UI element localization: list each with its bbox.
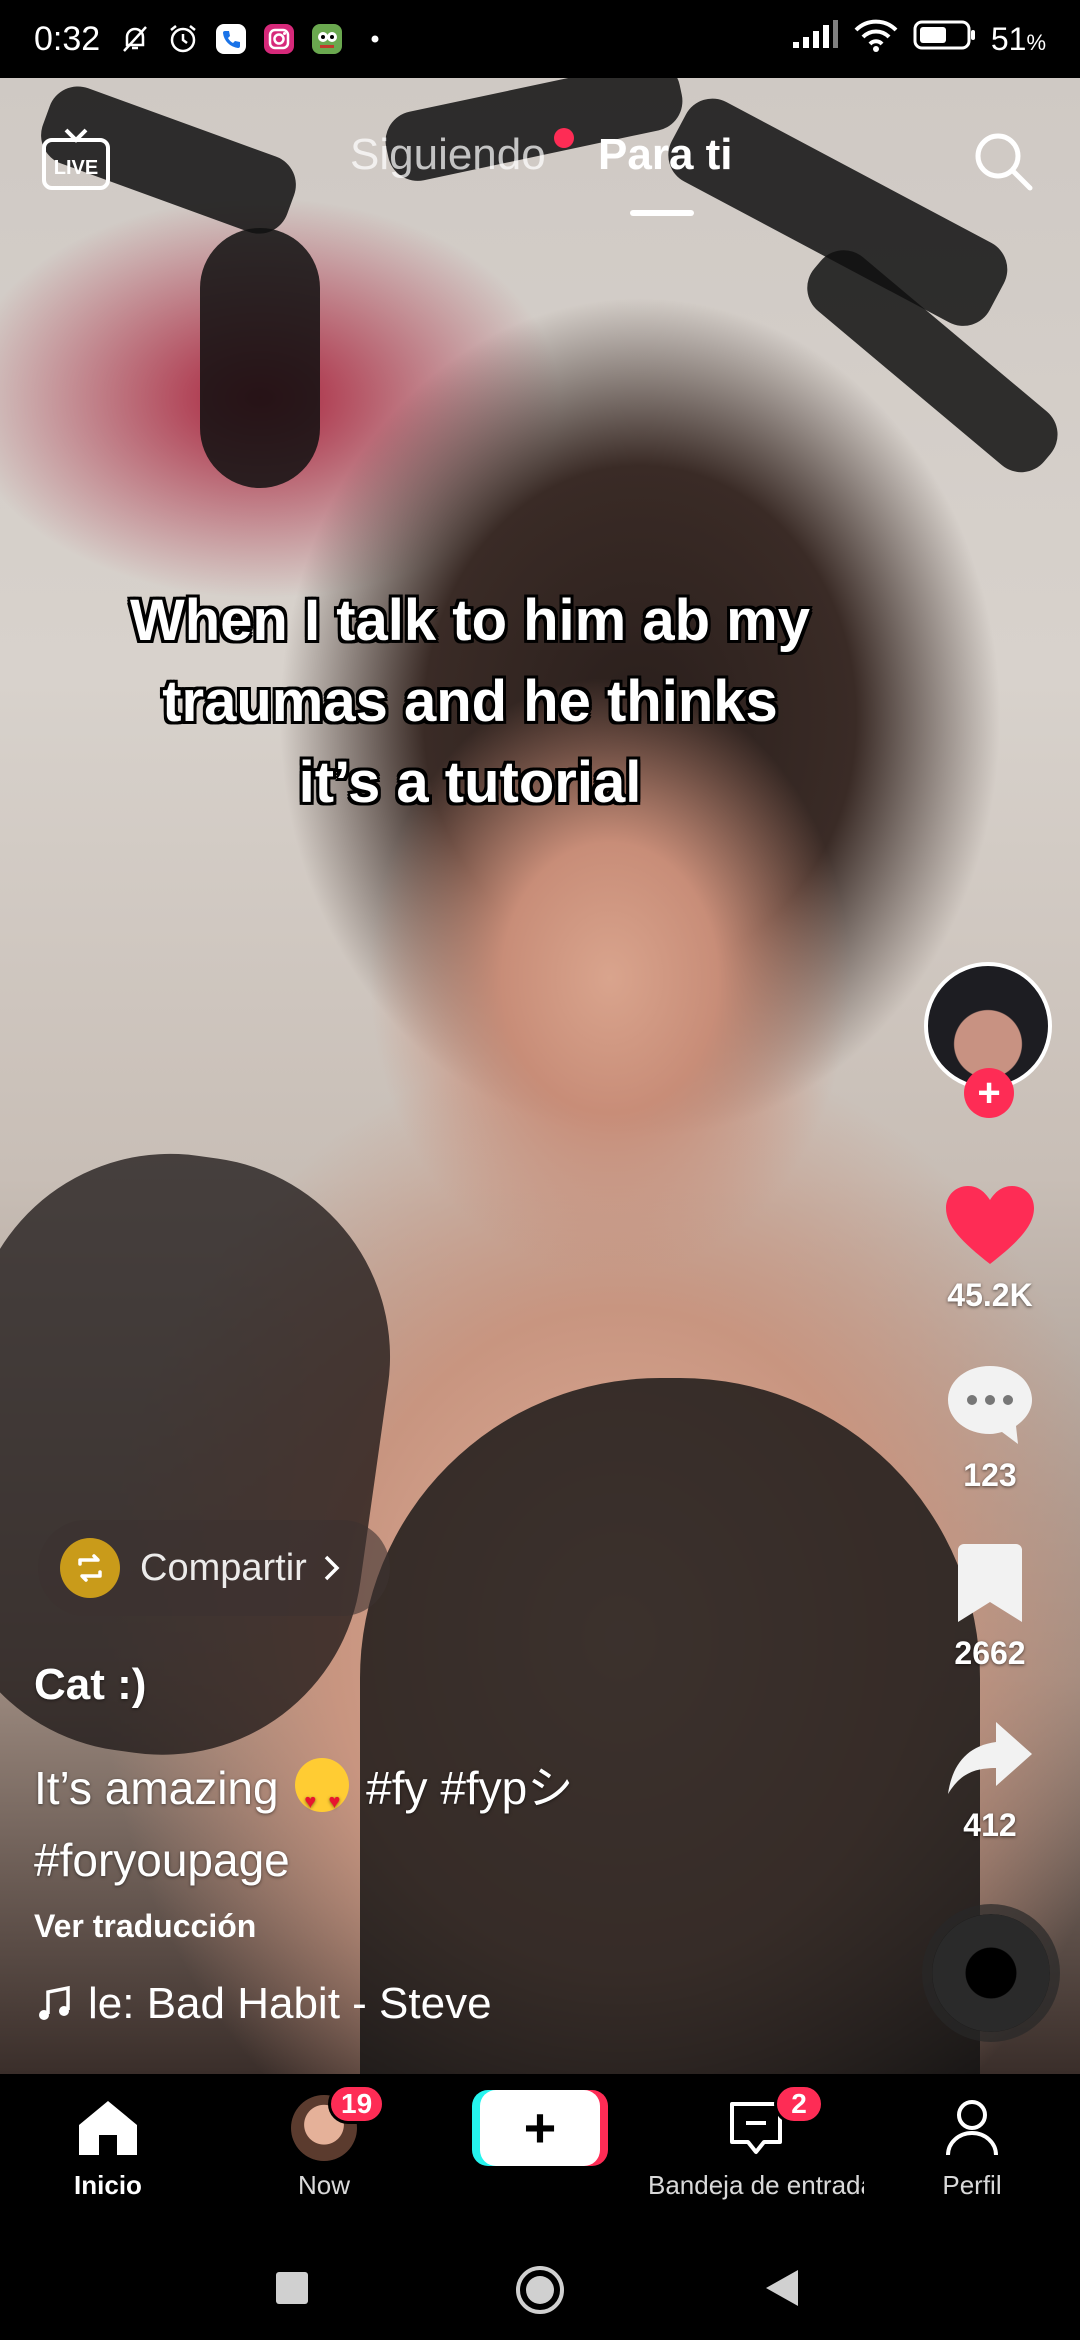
alarm-icon — [166, 22, 200, 56]
game-app-icon — [310, 22, 344, 56]
nav-home-label: Inicio — [74, 2170, 142, 2200]
like-action[interactable]: 45.2K — [920, 1182, 1060, 1314]
active-tab-indicator — [630, 210, 694, 216]
system-nav-bar — [0, 2234, 1080, 2340]
inbox-badge: 2 — [774, 2084, 824, 2124]
save-count: 2662 — [954, 1635, 1026, 1671]
phone-app-icon — [214, 22, 248, 56]
share-count: 412 — [963, 1807, 1017, 1843]
nav-now-label: Now — [297, 2170, 350, 2200]
background-figure — [200, 228, 320, 488]
search-icon[interactable] — [970, 128, 1036, 194]
comment-icon[interactable] — [920, 1362, 1060, 1453]
inbox-icon[interactable]: 2 — [648, 2084, 864, 2164]
save-action[interactable]: 2662 — [920, 1540, 1060, 1672]
profile-icon[interactable] — [864, 2092, 1080, 2164]
battery-percent: 51% — [991, 21, 1046, 58]
status-bar: 0:32 51% — [0, 0, 1080, 78]
create-button-wrap[interactable]: + — [432, 2090, 648, 2166]
nav-inbox-label: Bandeja de entrada — [648, 2170, 864, 2200]
heart-icon[interactable] — [920, 1182, 1060, 1273]
heart-eyes-emoji-icon — [295, 1758, 350, 1838]
comment-count: 123 — [963, 1457, 1017, 1493]
back-triangle-icon[interactable] — [760, 2264, 808, 2312]
clothing-dark-shape — [360, 1378, 980, 2074]
battery-icon — [913, 19, 977, 59]
nav-profile[interactable]: Perfil — [864, 2092, 1080, 2201]
hashtags-line-2[interactable]: #foryoupage — [34, 1834, 290, 1886]
bell-muted-icon — [118, 22, 152, 56]
share-prompt-pill[interactable]: Compartir — [38, 1520, 390, 1616]
top-nav: LIVE Siguiendo Para ti — [0, 78, 1080, 238]
battery-percent-unit: % — [1026, 29, 1046, 55]
following-notification-dot — [554, 128, 574, 148]
status-time: 0:32 — [34, 19, 101, 58]
nav-now[interactable]: 19 Now — [216, 2084, 432, 2201]
share-prompt-label: Compartir — [140, 1546, 307, 1589]
signal-icon — [791, 20, 839, 58]
share-action[interactable]: 412 — [920, 1718, 1060, 1844]
video-overlay-caption: When I talk to him ab my traumas and he … — [130, 588, 810, 816]
status-left: 0:32 — [34, 20, 392, 59]
status-right: 51% — [791, 18, 1046, 60]
recents-square-icon[interactable] — [268, 2264, 316, 2312]
now-badge: 19 — [328, 2084, 386, 2124]
nav-profile-label: Perfil — [942, 2170, 1002, 2200]
home-circle-icon[interactable] — [514, 2264, 564, 2314]
live-label: LIVE — [54, 157, 98, 179]
tab-following[interactable]: Siguiendo — [350, 130, 546, 180]
music-note-icon — [34, 1984, 74, 2024]
tab-for-you[interactable]: Para ti — [598, 130, 733, 180]
hashtags-line-1[interactable]: #fy #fypシ — [366, 1762, 573, 1814]
comment-action[interactable]: 123 — [920, 1362, 1060, 1494]
music-disc-icon[interactable] — [932, 1914, 1050, 2032]
bottom-nav: Inicio 19 Now + 2 Bandeja de entrada Per… — [0, 2074, 1080, 2234]
instagram-icon — [262, 22, 296, 56]
chevron-right-icon — [321, 1553, 343, 1583]
sound-title: le: Bad Habit - Steve — [88, 1979, 492, 2028]
see-translation-link[interactable]: Ver traducción — [34, 1908, 256, 1945]
description-text: It’s amazing — [34, 1762, 279, 1814]
follow-plus-button[interactable]: + — [964, 1068, 1014, 1118]
repost-icon — [60, 1538, 120, 1598]
sound-row[interactable]: le: Bad Habit - Steve — [34, 1974, 554, 2034]
battery-percent-value: 51 — [990, 20, 1027, 57]
author-name[interactable]: Cat :) — [34, 1660, 146, 1710]
like-count: 45.2K — [947, 1277, 1033, 1313]
now-avatar-wrap[interactable]: 19 — [216, 2084, 432, 2164]
live-tv-icon[interactable]: LIVE — [40, 124, 112, 196]
create-plus-button[interactable]: + — [480, 2090, 600, 2166]
wifi-icon — [853, 18, 899, 60]
nav-home[interactable]: Inicio — [0, 2092, 216, 2201]
post-description: It’s amazing #fy #fypシ #foryoupage — [34, 1752, 674, 1896]
share-arrow-icon[interactable] — [920, 1718, 1060, 1803]
more-notifications-dot-icon — [358, 22, 392, 56]
nav-inbox[interactable]: 2 Bandeja de entrada — [648, 2084, 864, 2201]
home-icon[interactable] — [0, 2092, 216, 2164]
bookmark-icon[interactable] — [920, 1540, 1060, 1631]
nav-create[interactable]: + — [432, 2090, 648, 2166]
